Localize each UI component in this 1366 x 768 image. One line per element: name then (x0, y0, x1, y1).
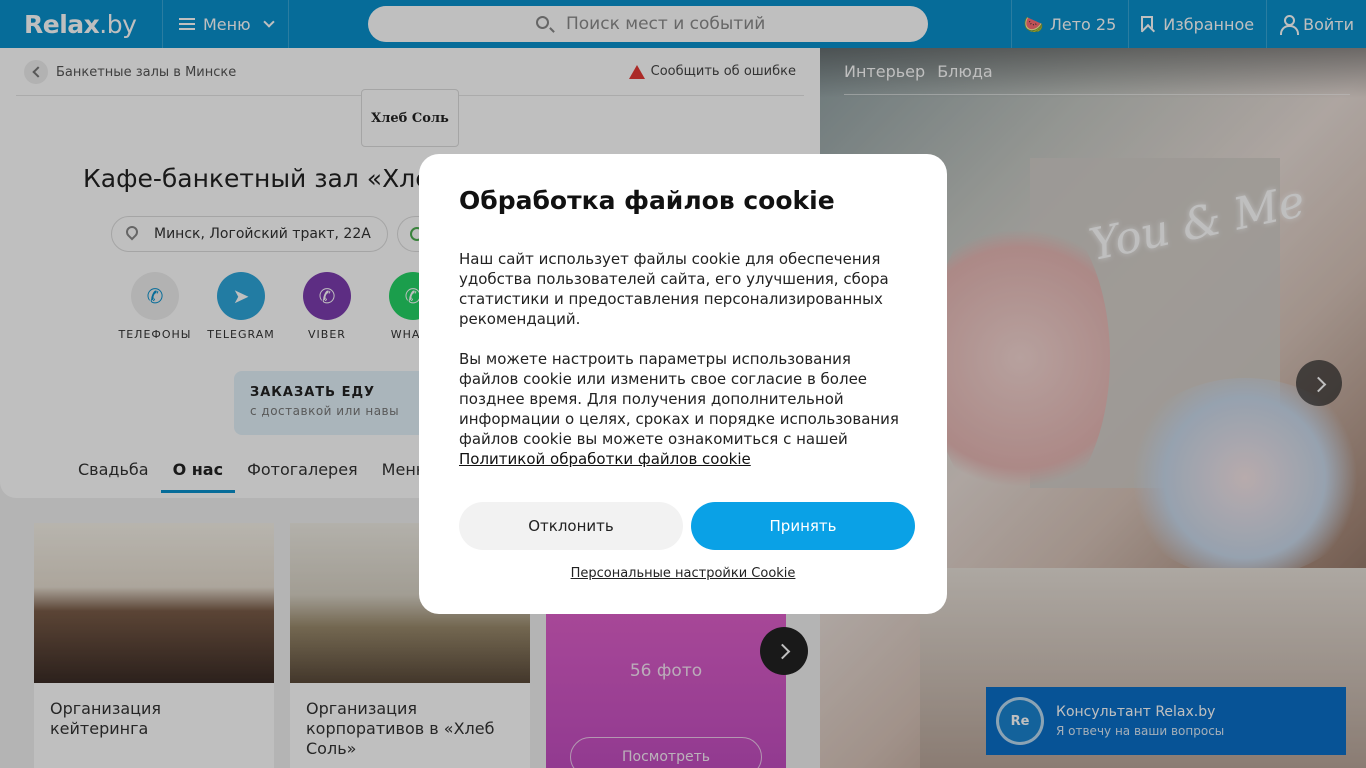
accept-button[interactable]: Принять (691, 502, 915, 550)
cookie-policy-link[interactable]: Политикой обработки файлов cookie (459, 450, 751, 468)
cookie-personal-settings-link[interactable]: Персональные настройки Cookie (419, 566, 947, 581)
cookie-dialog-text-span: Вы можете настроить параметры использова… (459, 350, 899, 448)
cookie-dialog-title: Обработка файлов cookie (459, 186, 835, 215)
cookie-dialog-buttons: Отклонить Принять (459, 502, 915, 550)
cookie-dialog-text: Вы можете настроить параметры использова… (459, 349, 907, 469)
cookie-dialog-text: Наш сайт использует файлы cookie для обе… (459, 250, 889, 328)
cookie-consent-dialog: Обработка файлов cookie Наш сайт использ… (419, 154, 947, 614)
decline-button[interactable]: Отклонить (459, 502, 683, 550)
